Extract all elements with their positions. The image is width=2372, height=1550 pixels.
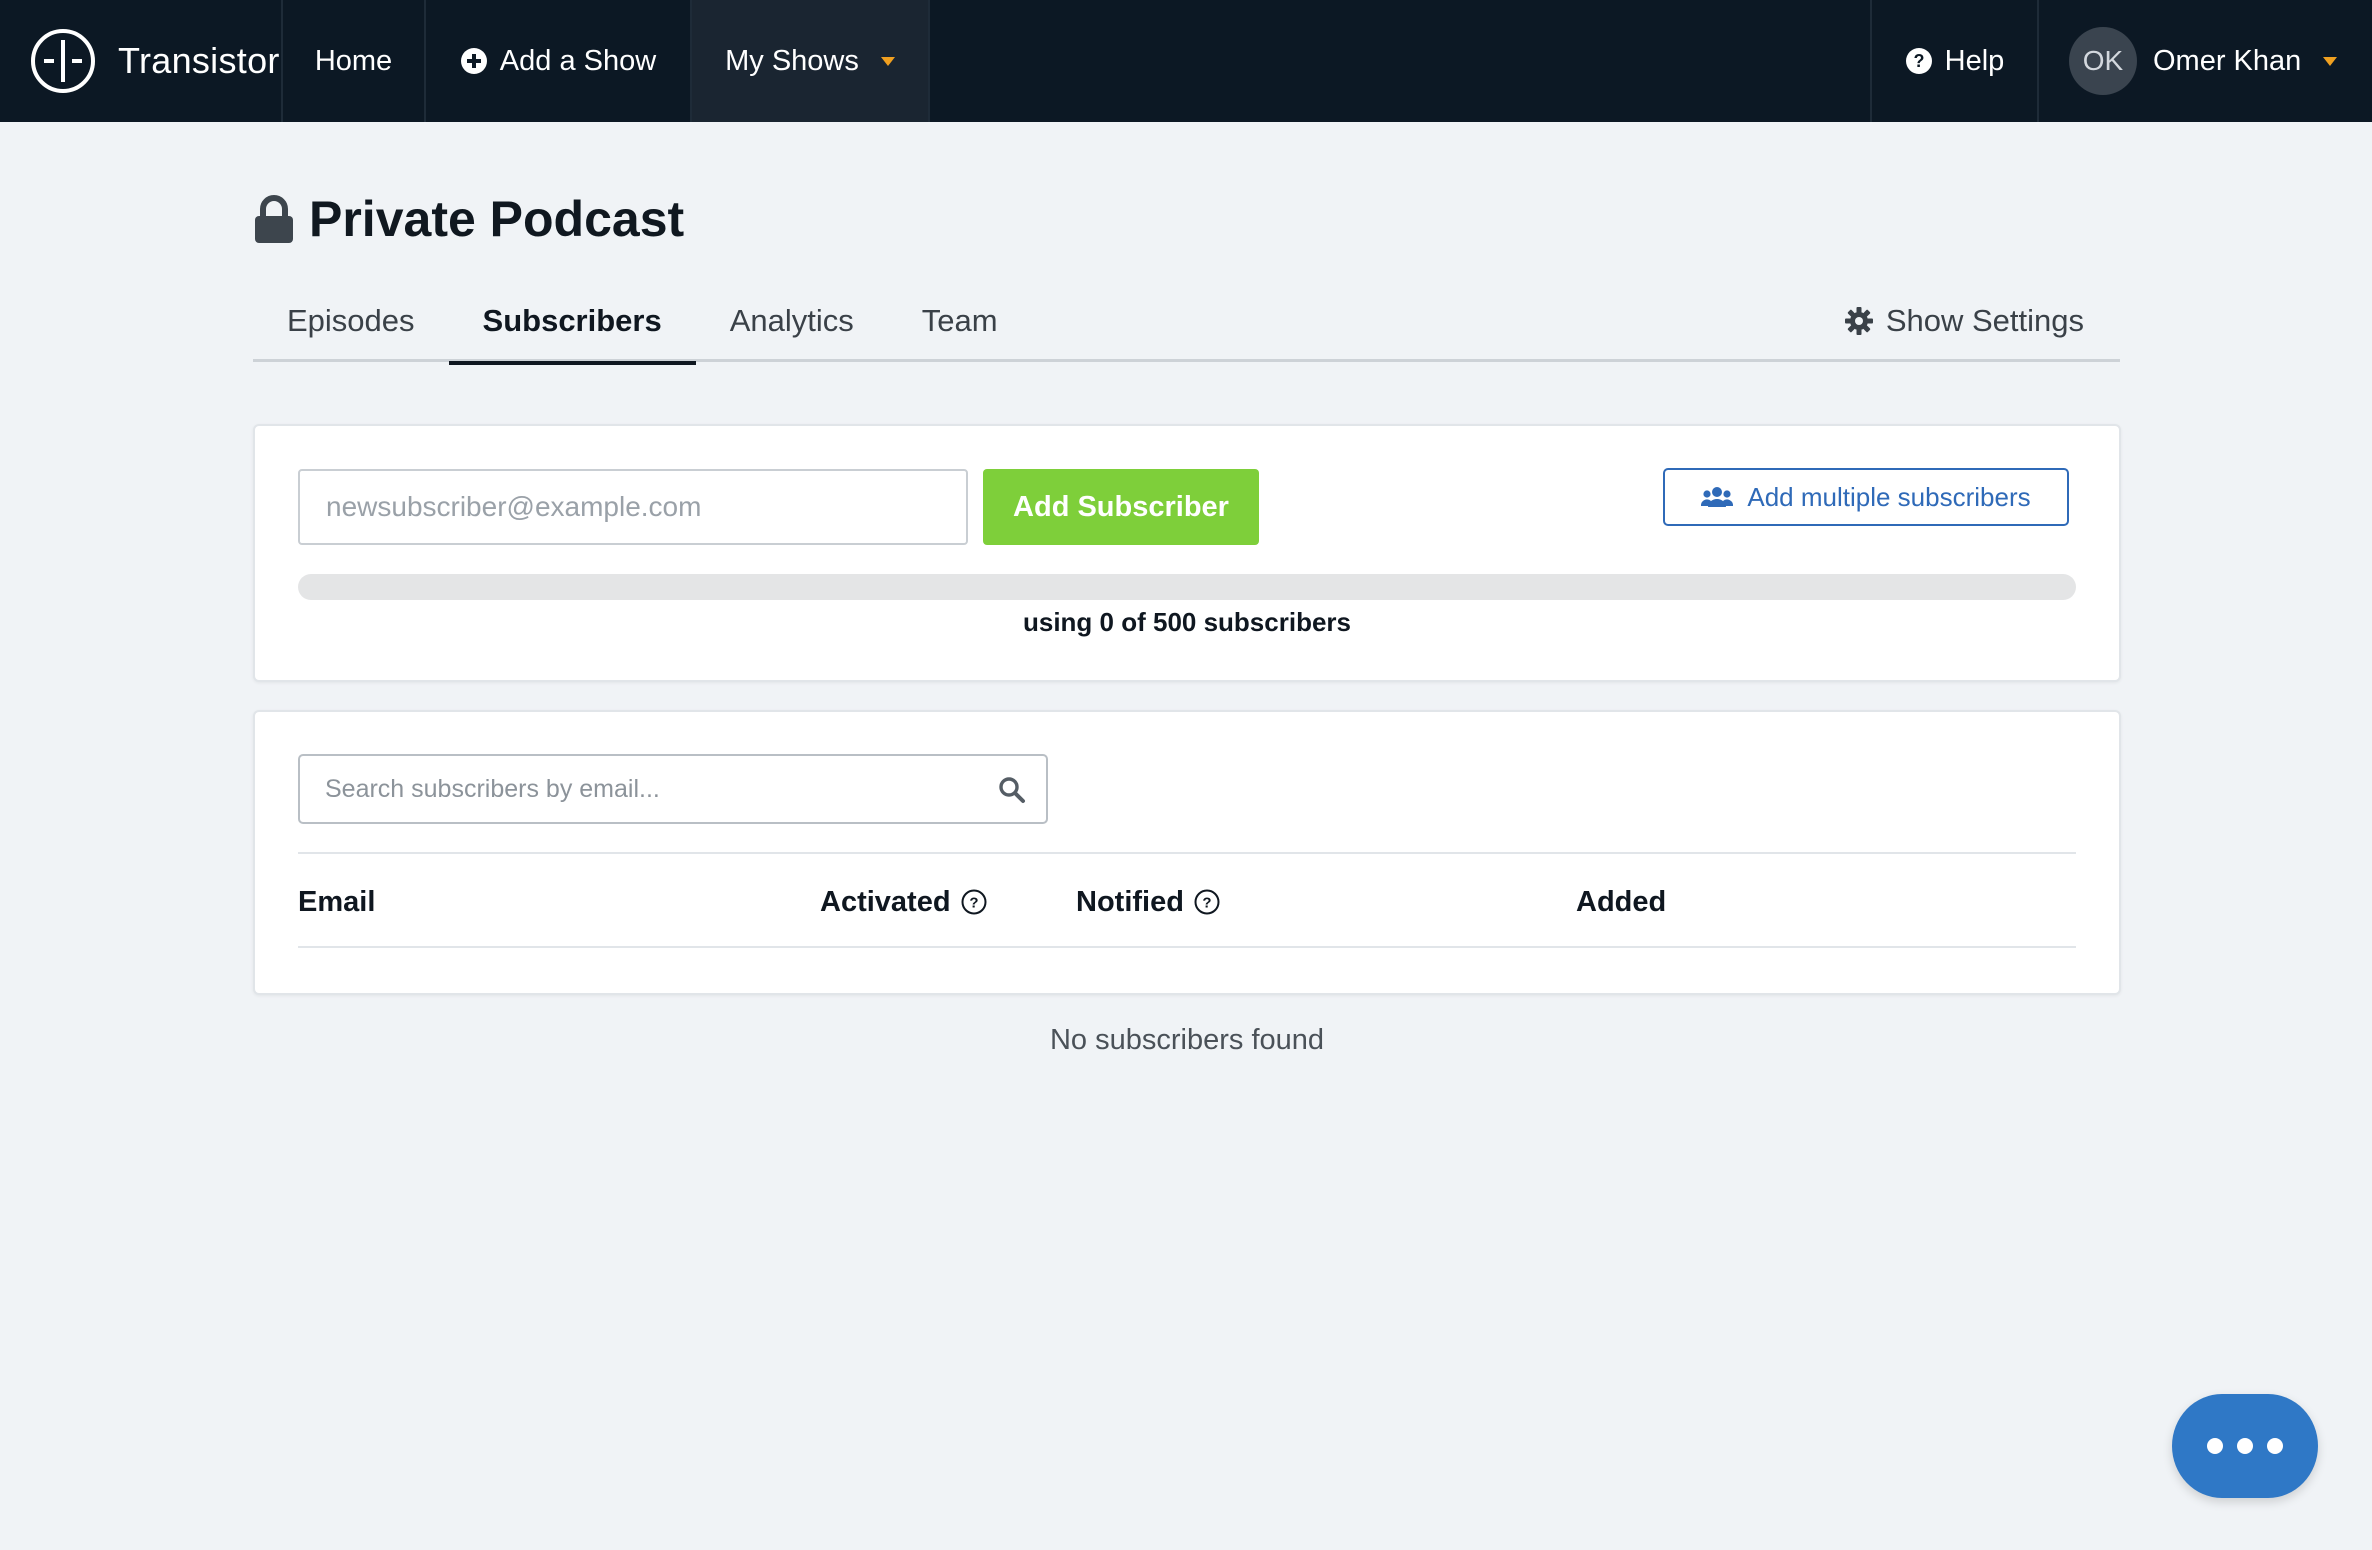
svg-text:?: ? bbox=[1202, 895, 1211, 912]
nav-help[interactable]: ? Help bbox=[1870, 0, 2039, 122]
column-activated-label: Activated bbox=[820, 885, 951, 918]
chat-dot bbox=[2267, 1438, 2283, 1454]
add-subscriber-button[interactable]: Add Subscriber bbox=[983, 469, 1259, 545]
search-input[interactable] bbox=[300, 756, 1046, 822]
brand-name: Transistor bbox=[118, 40, 280, 81]
chevron-down-icon bbox=[880, 56, 895, 66]
column-email[interactable]: Email bbox=[298, 854, 375, 950]
user-name: Omer Khan bbox=[2153, 44, 2302, 77]
column-added-label: Added bbox=[1576, 885, 1667, 918]
column-notified[interactable]: Notified ? bbox=[1076, 854, 1220, 950]
chat-bubble-icon[interactable] bbox=[2172, 1394, 2318, 1498]
nav-add-show[interactable]: Add a Show bbox=[426, 0, 692, 122]
chevron-down-icon bbox=[2323, 56, 2338, 66]
column-notified-label: Notified bbox=[1076, 885, 1184, 918]
subscriber-table-header: Email Activated ? Notified ? Added bbox=[298, 852, 2076, 948]
column-added[interactable]: Added bbox=[1576, 854, 1666, 950]
transistor-logo bbox=[31, 29, 95, 93]
nav-my-shows-label: My Shows bbox=[725, 44, 859, 77]
user-menu[interactable]: OK Omer Khan bbox=[2039, 0, 2372, 122]
empty-state-text: No subscribers found bbox=[1049, 1024, 1325, 1056]
subscriber-usage-bar bbox=[298, 574, 2076, 600]
plus-circle-icon bbox=[460, 47, 488, 75]
lock-icon bbox=[253, 195, 295, 243]
search-icon[interactable] bbox=[998, 776, 1026, 804]
add-multiple-label: Add multiple subscribers bbox=[1747, 481, 2031, 512]
svg-text:?: ? bbox=[1913, 51, 1924, 71]
chat-dot bbox=[2207, 1438, 2223, 1454]
brand[interactable]: Transistor bbox=[0, 0, 283, 122]
tab-analytics[interactable]: Analytics bbox=[696, 290, 888, 362]
tab-episodes[interactable]: Episodes bbox=[253, 290, 449, 362]
nav-home[interactable]: Home bbox=[283, 0, 426, 122]
nav-add-show-label: Add a Show bbox=[499, 44, 657, 77]
tab-team[interactable]: Team bbox=[888, 290, 1032, 362]
search-box bbox=[298, 754, 1048, 824]
users-icon bbox=[1701, 486, 1734, 508]
chat-dot bbox=[2237, 1438, 2253, 1454]
avatar: OK bbox=[2069, 27, 2137, 95]
tab-subscribers[interactable]: Subscribers bbox=[448, 290, 696, 365]
subscriber-list-card: Email Activated ? Notified ? Added bbox=[253, 710, 2121, 995]
nav-home-label: Home bbox=[314, 44, 393, 77]
show-tabs: Episodes Subscribers Analytics Team Show… bbox=[253, 290, 2120, 365]
gear-icon bbox=[1844, 306, 1874, 336]
svg-text:?: ? bbox=[969, 895, 978, 912]
nav-help-label: Help bbox=[1944, 44, 2005, 77]
nav-my-shows[interactable]: My Shows bbox=[692, 0, 930, 122]
tab-show-settings-label: Show Settings bbox=[1885, 303, 2084, 338]
tab-show-settings[interactable]: Show Settings bbox=[1810, 290, 2120, 352]
add-multiple-subscribers-button[interactable]: Add multiple subscribers bbox=[1663, 468, 2069, 526]
subscriber-usage-text: using 0 of 500 subscribers bbox=[1022, 607, 1351, 637]
column-activated[interactable]: Activated ? bbox=[820, 854, 987, 950]
top-nav: Transistor Home Add a Show My Shows ? He… bbox=[0, 0, 2372, 122]
page-title: Private Podcast bbox=[253, 190, 684, 248]
column-email-label: Email bbox=[298, 885, 376, 918]
page-title-text: Private Podcast bbox=[309, 191, 685, 247]
question-circle-icon[interactable]: ? bbox=[1194, 889, 1220, 915]
question-circle-icon: ? bbox=[1905, 47, 1933, 75]
question-circle-icon[interactable]: ? bbox=[961, 889, 987, 915]
new-subscriber-email-input[interactable] bbox=[298, 469, 968, 545]
add-subscriber-card: Add Subscriber Add multiple subscribers … bbox=[253, 424, 2121, 682]
